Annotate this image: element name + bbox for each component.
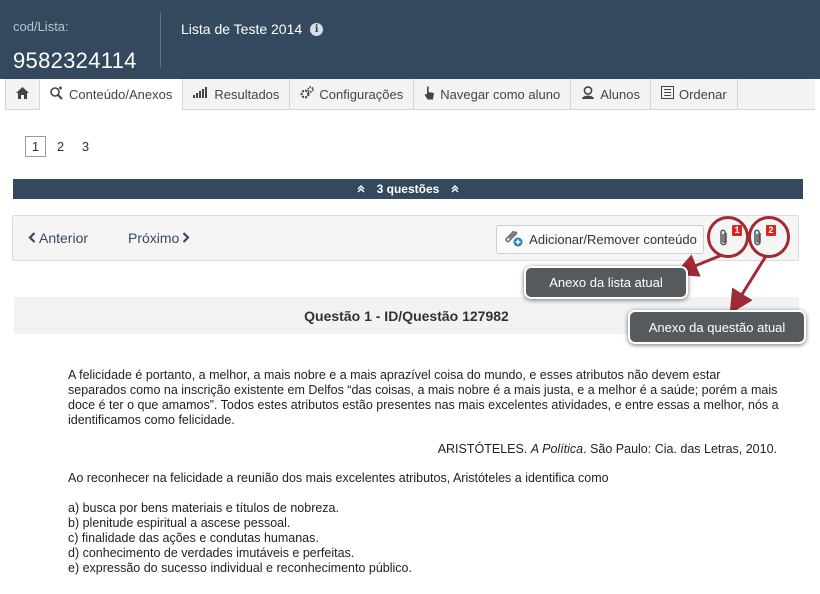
students-icon <box>581 86 595 102</box>
results-icon <box>193 87 209 101</box>
citation-work: A Política <box>530 442 584 456</box>
list-code-value: 9582324114 <box>13 48 137 73</box>
chevron-left-icon <box>28 230 36 246</box>
add-remove-content-button[interactable]: Adicionar/Remover conteúdo <box>496 225 704 254</box>
question-navbar: Anterior Próximo Adicionar/Remover conte… <box>12 215 799 261</box>
paperclip-add-icon <box>503 229 523 250</box>
tab-content-attachments[interactable]: Conteúdo/Anexos <box>40 79 184 110</box>
answer-option-d: d) conhecimento de verdades imutáveis e … <box>68 546 355 560</box>
add-remove-content-label: Adicionar/Remover conteúdo <box>529 232 697 247</box>
answer-option-c: c) finalidade das ações e condutas human… <box>68 531 319 545</box>
page-link-1[interactable]: 1 <box>25 136 46 157</box>
double-chevron-up-icon <box>357 182 365 196</box>
answer-option-a: a) busca por bens materiais e títulos de… <box>68 501 339 515</box>
page-link-2[interactable]: 2 <box>50 136 71 157</box>
question-stem: Ao reconhecer na felicidade a reunião do… <box>68 471 609 485</box>
next-label: Próximo <box>128 230 180 246</box>
tab-label: Alunos <box>600 86 640 102</box>
question-pagination: 1 2 3 <box>25 136 96 157</box>
answer-option-b: b) plenitude espiritual a ascese pessoal… <box>68 516 291 530</box>
main-tabs: Conteúdo/Anexos Resultados Configurações… <box>5 79 815 110</box>
tab-home[interactable] <box>6 79 40 109</box>
citation-author: ARISTÓTELES. <box>437 442 528 456</box>
answer-option-e: e) expressão do sucesso individual e rec… <box>68 561 412 575</box>
chevron-right-icon <box>182 230 190 246</box>
tab-label: Resultados <box>214 86 280 102</box>
highlight-ring-question-attachment <box>748 216 790 258</box>
questions-toggle-bar[interactable]: 3 questões <box>13 179 803 199</box>
tab-order[interactable]: Ordenar <box>651 79 738 109</box>
pointer-icon <box>424 86 435 103</box>
highlight-ring-list-attachment <box>707 216 749 258</box>
order-icon <box>660 86 674 102</box>
tab-label: Configurações <box>319 86 404 102</box>
content-icon <box>50 86 64 103</box>
tab-browse-as-student[interactable]: Navegar como aluno <box>414 79 572 109</box>
list-header: cod/Lista: 9582324114 Lista de Teste 201… <box>0 0 820 79</box>
list-code-label: cod/Lista: <box>13 19 69 34</box>
next-button[interactable]: Próximo <box>128 230 190 246</box>
callout-list-attachment: Anexo da lista atual <box>524 266 688 299</box>
callout-question-attachment: Anexo da questão atual <box>628 310 806 344</box>
settings-icon <box>300 86 315 102</box>
previous-label: Anterior <box>39 230 89 246</box>
list-title: Lista de Teste 2014 <box>181 21 303 37</box>
double-chevron-up-icon <box>451 182 459 196</box>
question-body: A felicidade é portanto, a melhor, a mai… <box>68 368 780 576</box>
info-icon[interactable]: i <box>310 22 324 36</box>
page-link-3[interactable]: 3 <box>75 136 96 157</box>
tab-results[interactable]: Resultados <box>183 79 291 109</box>
question-paragraph: A felicidade é portanto, a melhor, a mai… <box>68 368 779 427</box>
list-title-row: Lista de Teste 2014 i <box>181 21 324 37</box>
questions-count: 3 questões <box>376 182 440 196</box>
question-citation: ARISTÓTELES. A Política. São Paulo: Cia.… <box>68 442 780 457</box>
previous-button[interactable]: Anterior <box>28 230 88 246</box>
home-icon <box>16 86 29 102</box>
tab-label: Navegar como aluno <box>440 86 561 102</box>
tab-label: Conteúdo/Anexos <box>69 87 173 102</box>
citation-rest: . São Paulo: Cia. das Letras, 2010. <box>583 442 777 456</box>
tab-label: Ordenar <box>678 86 727 102</box>
tab-students[interactable]: Alunos <box>571 79 651 109</box>
tab-settings[interactable]: Configurações <box>290 79 415 109</box>
header-divider <box>160 12 161 68</box>
